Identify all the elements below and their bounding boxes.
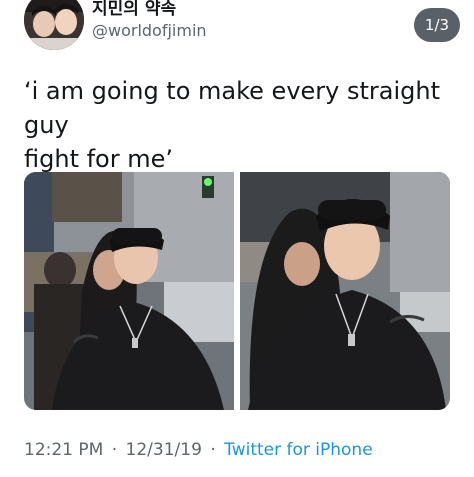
tweet-date[interactable]: 12/31/19	[126, 440, 202, 460]
user-handle[interactable]: @worldofjimin	[92, 21, 207, 40]
tweet-text: ‘i am going to make every straight guy f…	[24, 77, 440, 173]
display-name[interactable]: 지민의 약속	[92, 0, 176, 19]
avatar[interactable]	[24, 0, 84, 50]
tweet-card: 지민의 약속 @worldofjimin 1/3 ‘i am going to …	[0, 0, 474, 477]
tweet-source-link[interactable]: Twitter for iPhone	[224, 440, 373, 460]
tweet-photo-1[interactable]	[24, 172, 234, 410]
separator-dot: ·	[210, 440, 216, 460]
tweet-photo-2[interactable]	[240, 172, 450, 410]
tweet-header: 지민의 약속 @worldofjimin 1/3	[24, 0, 464, 52]
separator-dot: ·	[111, 440, 118, 460]
media-counter-badge: 1/3	[414, 8, 460, 42]
tweet-time[interactable]: 12:21 PM	[24, 440, 103, 460]
tweet-metadata: 12:21 PM · 12/31/19 · Twitter for iPhone	[24, 440, 373, 460]
tweet-media	[24, 172, 450, 410]
